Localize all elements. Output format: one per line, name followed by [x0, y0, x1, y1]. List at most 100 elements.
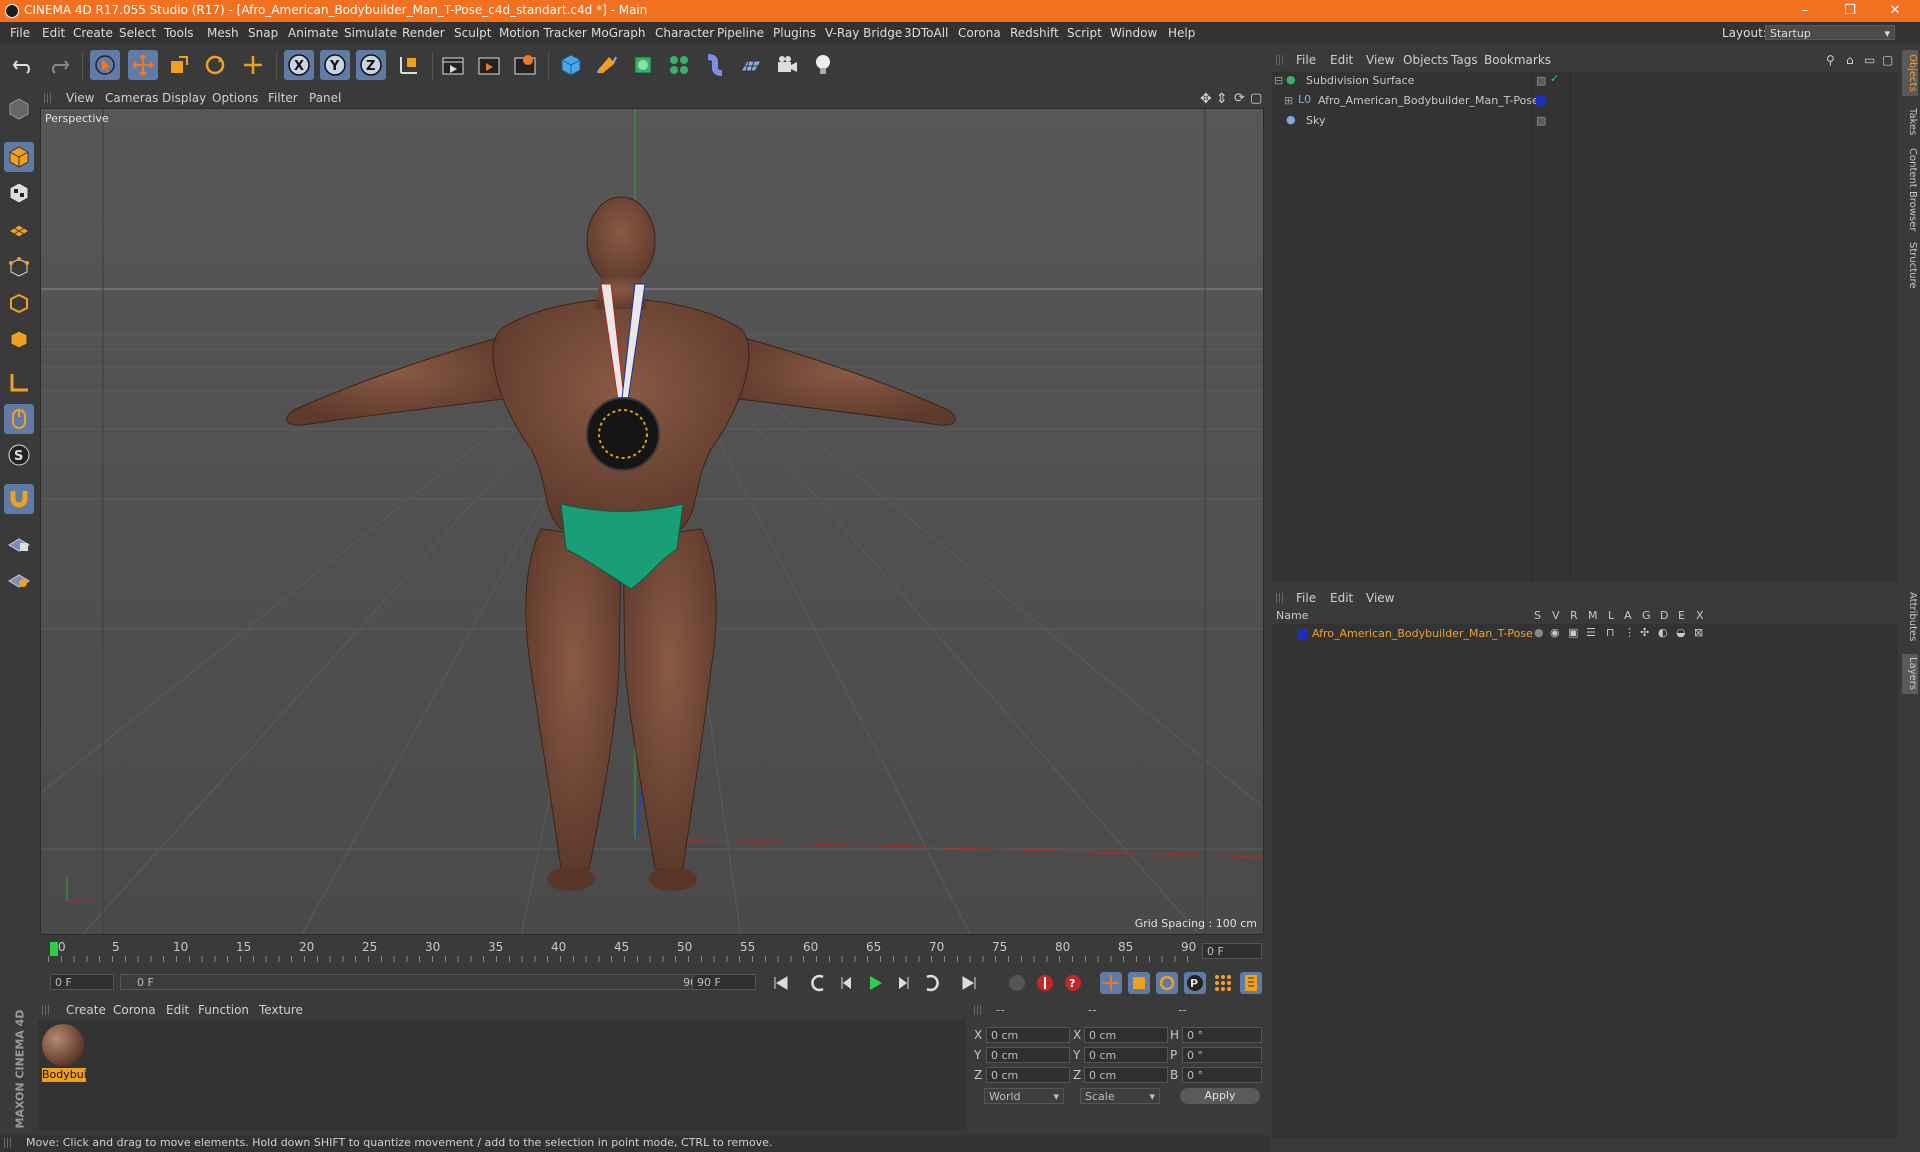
axis-mode-button[interactable]	[4, 368, 34, 398]
column-deformers[interactable]: D	[1660, 609, 1668, 622]
workplane-mode-button[interactable]	[4, 214, 34, 244]
object-menu-bookmarks[interactable]: Bookmarks	[1484, 53, 1551, 67]
size-z-field[interactable]: 0 cm	[1084, 1067, 1168, 1083]
layout-select[interactable]: Startup ▾	[1765, 25, 1895, 40]
material-menu-corona[interactable]: Corona	[113, 1003, 156, 1017]
texture-mode-button[interactable]	[4, 178, 34, 208]
object-row-bodybuilder[interactable]: ⊞ L0 Afro_American_Bodybuilder_Man_T-Pos…	[1272, 92, 1898, 110]
generator-toggle-icon[interactable]: ✣	[1640, 626, 1649, 639]
menu-redshift[interactable]: Redshift	[1010, 26, 1059, 40]
viewport-menu-panel[interactable]: Panel	[309, 91, 341, 105]
layer-color-swatch[interactable]	[1298, 629, 1308, 639]
move-tool-button[interactable]	[128, 50, 158, 80]
deformer-button[interactable]	[700, 50, 730, 80]
position-y-field[interactable]: 0 cm	[986, 1047, 1070, 1063]
previous-frame-button[interactable]	[836, 972, 858, 994]
current-frame-field[interactable]: 0 F	[1202, 943, 1262, 959]
column-generators[interactable]: G	[1642, 609, 1651, 622]
viewport-maximize-icon[interactable]: ▢	[1250, 91, 1262, 106]
undo-button[interactable]	[8, 50, 38, 80]
render-to-picture-viewer-button[interactable]	[474, 50, 504, 80]
timeline-window-button[interactable]	[1240, 972, 1262, 994]
menu-pipeline[interactable]: Pipeline	[717, 26, 764, 40]
mograph-cloner-button[interactable]	[664, 50, 694, 80]
home-icon[interactable]: ⌂	[1846, 53, 1854, 67]
menu-mograph[interactable]: MoGraph	[591, 26, 646, 40]
autokey-help-button[interactable]: ?	[1062, 972, 1084, 994]
tab-structure[interactable]: Structure	[1902, 240, 1918, 290]
panel-grip[interactable]	[44, 93, 52, 103]
visible-eye-icon[interactable]: ◉	[1550, 626, 1560, 639]
viewport-move-icon[interactable]: ✥	[1200, 91, 1212, 107]
solo-mode-button[interactable]: S	[4, 440, 34, 470]
select-tool-button[interactable]	[90, 50, 120, 80]
edges-mode-button[interactable]	[4, 288, 34, 318]
key-parameter-button[interactable]: P	[1184, 972, 1206, 994]
deformer-toggle-icon[interactable]: ◐	[1658, 626, 1668, 639]
cube-object-button[interactable]	[556, 50, 586, 80]
panel-grip[interactable]	[42, 1005, 50, 1015]
panel-grip[interactable]	[1276, 55, 1284, 65]
menu-plugins[interactable]: Plugins	[773, 26, 816, 40]
go-to-end-button[interactable]	[958, 972, 980, 994]
material-list-area[interactable]: Bodybui	[38, 1020, 966, 1130]
material-menu-function[interactable]: Function	[198, 1003, 249, 1017]
tab-content-browser[interactable]: Content Browser	[1902, 148, 1918, 232]
y-axis-lock-button[interactable]: Y	[320, 50, 350, 80]
lock-workplane-button[interactable]	[4, 528, 34, 558]
floor-environment-button[interactable]	[736, 50, 766, 80]
spline-pen-button[interactable]	[592, 50, 622, 80]
render-toggle-icon[interactable]: ▣	[1568, 626, 1578, 639]
coordinate-system-button[interactable]	[394, 50, 424, 80]
menu-vray-bridge[interactable]: V-Ray Bridge	[825, 26, 902, 40]
xref-toggle-icon[interactable]: ⊠	[1694, 626, 1703, 639]
expression-toggle-icon[interactable]: ◒	[1676, 626, 1686, 639]
motion-record-button[interactable]	[1006, 972, 1028, 994]
maximize-panel-icon[interactable]: ▢	[1882, 53, 1893, 67]
3d-viewport[interactable]: Perspective Grid Spacing : 100 cm	[40, 108, 1264, 935]
start-frame-field[interactable]: 0 F	[50, 974, 114, 990]
search-icon[interactable]: ⚲	[1826, 53, 1835, 67]
lock-toggle-icon[interactable]: ⊓	[1606, 626, 1615, 639]
menu-render[interactable]: Render	[402, 26, 445, 40]
rotation-b-field[interactable]: 0 °	[1182, 1067, 1262, 1083]
key-point-level-button[interactable]	[1212, 972, 1234, 994]
menu-3dtoall[interactable]: 3DToAll	[904, 26, 948, 40]
model-mode-button[interactable]	[4, 142, 34, 172]
size-x-field[interactable]: 0 cm	[1084, 1027, 1168, 1043]
snapping-magnet-button[interactable]	[4, 484, 34, 514]
manager-toggle-icon[interactable]: ☰	[1586, 626, 1596, 639]
collapse-icon[interactable]: ▭	[1864, 53, 1875, 67]
layer-menu-view[interactable]: View	[1366, 591, 1394, 605]
scale-tool-button[interactable]	[164, 50, 194, 80]
camera-object-button[interactable]	[772, 50, 802, 80]
viewport-menu-view[interactable]: View	[66, 91, 94, 105]
play-button[interactable]	[864, 972, 886, 994]
apply-button[interactable]: Apply	[1180, 1088, 1260, 1104]
recent-tool-button[interactable]	[238, 50, 268, 80]
column-solo[interactable]: S	[1534, 609, 1541, 622]
column-manager[interactable]: M	[1588, 609, 1598, 622]
column-animation[interactable]: A	[1624, 609, 1632, 622]
tab-attributes[interactable]: Attributes	[1902, 588, 1918, 646]
animation-toggle-icon[interactable]: ⋮	[1624, 626, 1635, 639]
tab-layers[interactable]: Layers	[1902, 654, 1918, 694]
x-axis-lock-button[interactable]: X	[284, 50, 314, 80]
rotation-p-field[interactable]: 0 °	[1182, 1047, 1262, 1063]
layer-toggle-icon[interactable]: ▨	[1536, 74, 1546, 87]
menu-script[interactable]: Script	[1067, 26, 1102, 40]
menu-corona[interactable]: Corona	[958, 26, 1001, 40]
playhead-marker[interactable]	[50, 942, 58, 956]
go-to-start-button[interactable]	[770, 972, 792, 994]
end-frame-field[interactable]: 90 F	[692, 974, 756, 990]
viewport-rotate-icon[interactable]: ⟳	[1234, 91, 1245, 106]
column-expressions[interactable]: E	[1678, 609, 1685, 622]
column-visible[interactable]: V	[1552, 609, 1560, 622]
coordinate-mode-select[interactable]: World ▾	[984, 1088, 1064, 1104]
polygons-mode-button[interactable]	[4, 324, 34, 354]
menu-file[interactable]: File	[10, 26, 30, 40]
layer-toggle-icon[interactable]: ▨	[1536, 114, 1546, 127]
menu-mesh[interactable]: Mesh	[207, 26, 239, 40]
next-frame-button[interactable]	[892, 972, 914, 994]
key-position-button[interactable]	[1100, 972, 1122, 994]
